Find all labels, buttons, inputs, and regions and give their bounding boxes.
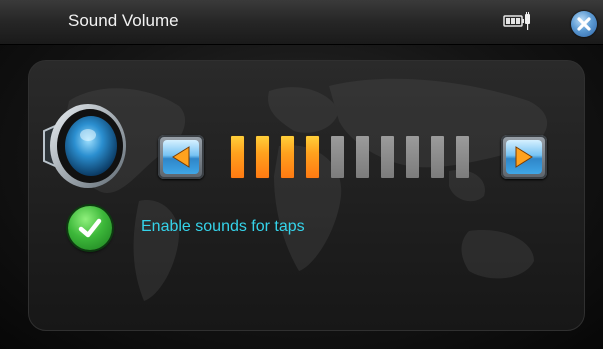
battery-charging-icon xyxy=(503,12,530,30)
volume-segment[interactable] xyxy=(431,136,444,178)
sound-volume-screen: Sound Volume Enable sounds for taps xyxy=(0,0,603,349)
close-button[interactable] xyxy=(571,11,597,37)
volume-segment[interactable] xyxy=(256,136,269,178)
tap-sounds-label[interactable]: Enable sounds for taps xyxy=(141,218,305,236)
volume-segment[interactable] xyxy=(331,136,344,178)
volume-segment[interactable] xyxy=(456,136,469,178)
volume-decrease-button[interactable] xyxy=(158,135,204,179)
volume-segment[interactable] xyxy=(381,136,394,178)
volume-segment[interactable] xyxy=(281,136,294,178)
arrow-right-icon xyxy=(515,146,533,168)
page-title: Sound Volume xyxy=(68,11,179,30)
volume-segment[interactable] xyxy=(356,136,369,178)
tap-sounds-checkbox[interactable] xyxy=(68,206,112,250)
speaker-icon xyxy=(38,101,134,191)
volume-segment[interactable] xyxy=(306,136,319,178)
checkmark-icon xyxy=(78,218,102,238)
volume-increase-button[interactable] xyxy=(501,135,547,179)
volume-segment[interactable] xyxy=(231,136,244,178)
title-bar: Sound Volume xyxy=(0,0,603,45)
arrow-left-icon xyxy=(172,146,190,168)
close-icon xyxy=(577,17,591,31)
volume-segment[interactable] xyxy=(406,136,419,178)
